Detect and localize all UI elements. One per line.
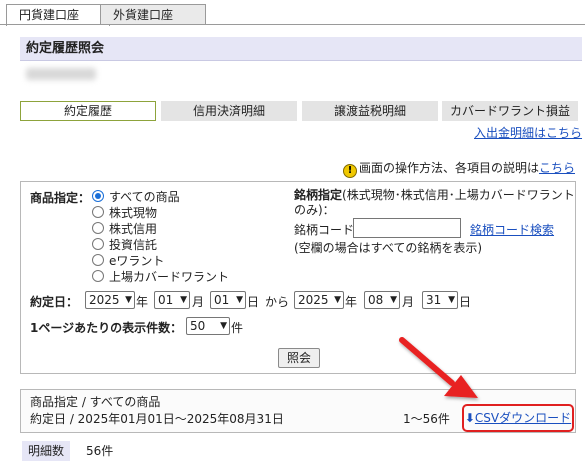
red-pointer-arrow xyxy=(399,337,478,398)
count-value: 56件 xyxy=(86,444,114,458)
count-label: 明細数 xyxy=(22,441,70,461)
